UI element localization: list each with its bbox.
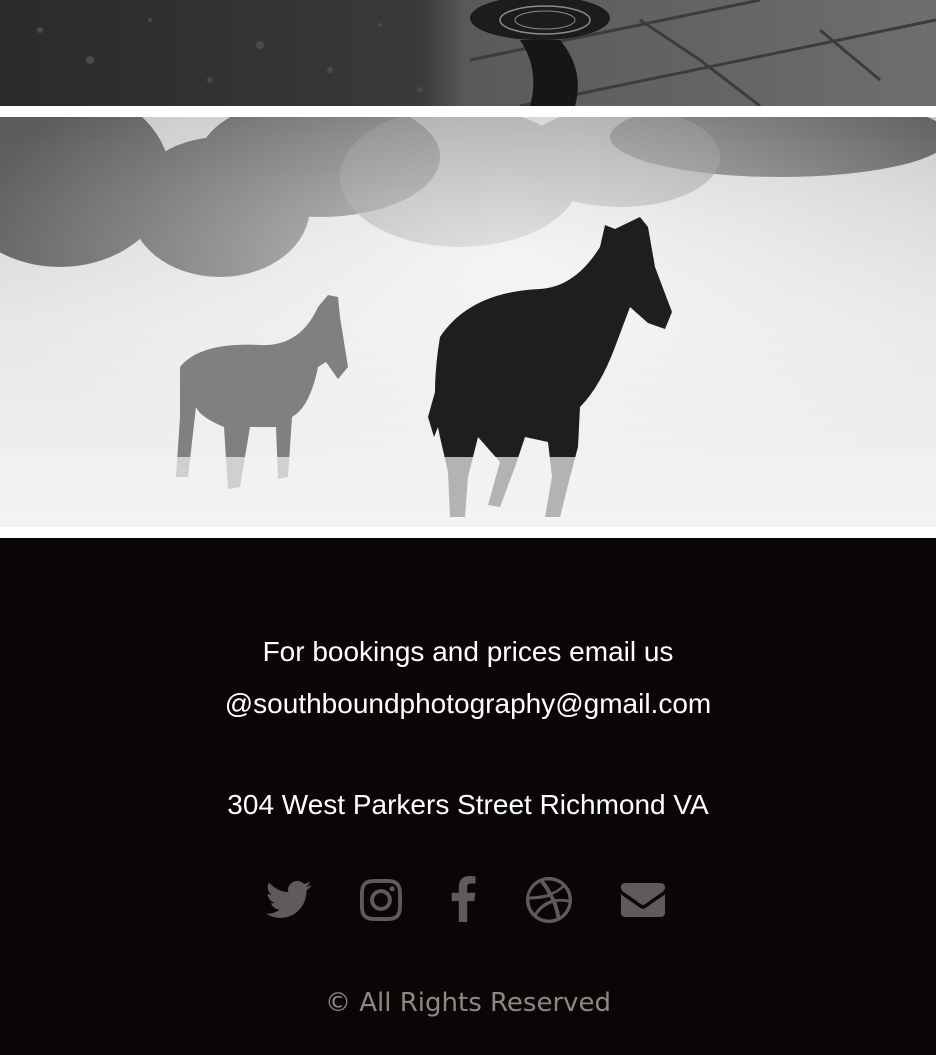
booking-email-text[interactable]: @southboundphotography@gmail.com	[0, 687, 936, 721]
instagram-link[interactable]	[360, 876, 402, 924]
footer: For bookings and prices email us @southb…	[0, 538, 936, 1055]
instagram-icon	[360, 879, 402, 921]
twitter-link[interactable]	[266, 876, 312, 924]
dribbble-icon	[526, 877, 572, 923]
page: For bookings and prices email us @southb…	[0, 0, 936, 1055]
email-link[interactable]	[620, 876, 666, 924]
facebook-icon	[451, 876, 476, 922]
copyright-text: © All Rights Reserved	[324, 988, 612, 1018]
facebook-link[interactable]	[450, 876, 476, 924]
envelope-icon	[620, 882, 666, 918]
street-reflection-photo	[0, 0, 936, 106]
booking-info-text: For bookings and prices email us	[262, 636, 674, 667]
social-links	[0, 876, 936, 924]
dribbble-link[interactable]	[526, 876, 572, 924]
studio-address: 304 West Parkers Street Richmond VA	[227, 789, 709, 820]
twitter-icon	[266, 880, 312, 918]
horses-running-in-dust-photo	[0, 117, 936, 527]
